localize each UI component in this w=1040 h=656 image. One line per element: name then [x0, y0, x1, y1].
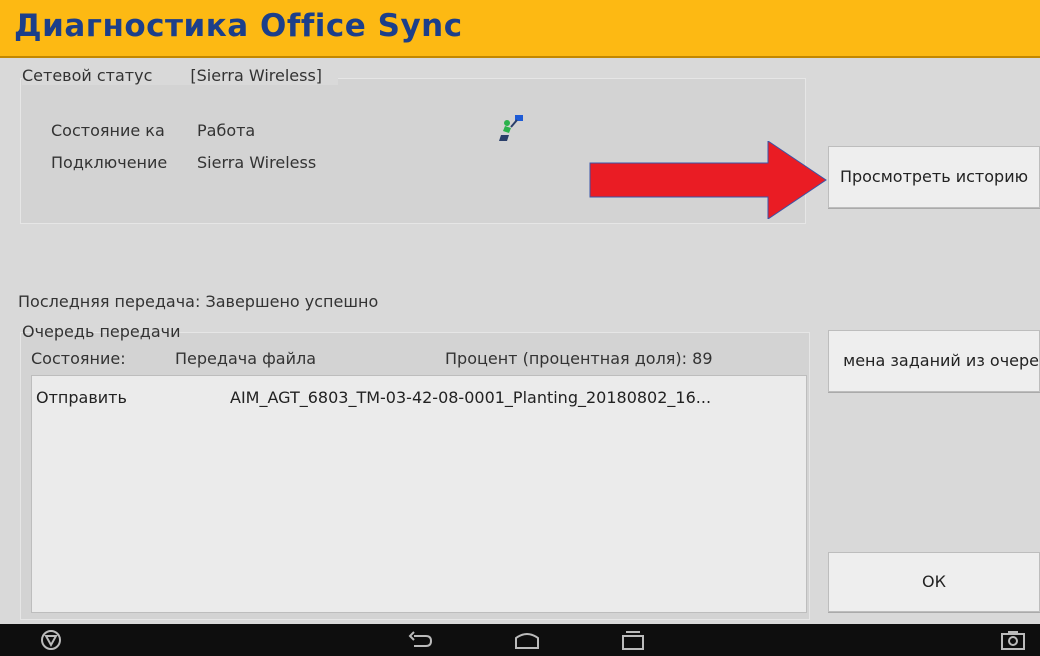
queue-item-file: AIM_AGT_6803_TM-03-42-08-0001_Planting_2…	[230, 388, 712, 407]
back-icon[interactable]	[408, 628, 434, 652]
cancel-queue-jobs-button[interactable]: мена заданий из очере	[828, 330, 1040, 392]
recent-apps-icon[interactable]	[620, 628, 646, 652]
queue-state-value: Передача файла	[175, 349, 316, 368]
transfer-queue-legend: Очередь передачи	[22, 322, 181, 341]
network-status-legend-label: Сетевой статус	[22, 66, 153, 85]
queue-list[interactable]: Отправить AIM_AGT_6803_TM-03-42-08-0001_…	[31, 375, 807, 613]
last-transfer-value: Завершено успешно	[205, 292, 379, 311]
view-history-button[interactable]: Просмотреть историю	[828, 146, 1040, 208]
last-transfer: Последняя передача: Завершено успешно	[18, 292, 378, 311]
last-transfer-label: Последняя передача:	[18, 292, 201, 311]
connection-state-label: Состояние ка	[51, 121, 165, 140]
network-connection-icon	[499, 115, 523, 141]
queue-state-label: Состояние:	[31, 349, 126, 368]
ok-button[interactable]: ОК	[828, 552, 1040, 612]
home-icon[interactable]	[514, 628, 540, 652]
network-status-legend-value: [Sierra Wireless]	[190, 66, 323, 85]
system-nav-bar	[0, 624, 1040, 656]
connection-state-value: Работа	[197, 121, 256, 140]
list-item[interactable]: Отправить AIM_AGT_6803_TM-03-42-08-0001_…	[32, 376, 806, 416]
content-area: Состояние ка Работа Подключение Sierra W…	[0, 58, 1040, 624]
connection-label: Подключение	[51, 153, 168, 172]
screenshot-icon[interactable]	[1000, 628, 1026, 652]
title-bar: Диагностика Office Sync	[0, 0, 1040, 58]
connection-value: Sierra Wireless	[197, 153, 317, 172]
window-title: Диагностика Office Sync	[14, 8, 463, 44]
brand-logo-icon[interactable]	[38, 628, 64, 652]
queue-percent-label: Процент (процентная доля): 89	[445, 349, 713, 368]
network-status-legend: Сетевой статус [Sierra Wireless]	[22, 66, 339, 85]
transfer-queue-group: Состояние: Передача файла Процент (проце…	[20, 332, 810, 620]
red-arrow-annotation	[589, 141, 827, 219]
queue-item-action: Отправить	[36, 388, 127, 407]
